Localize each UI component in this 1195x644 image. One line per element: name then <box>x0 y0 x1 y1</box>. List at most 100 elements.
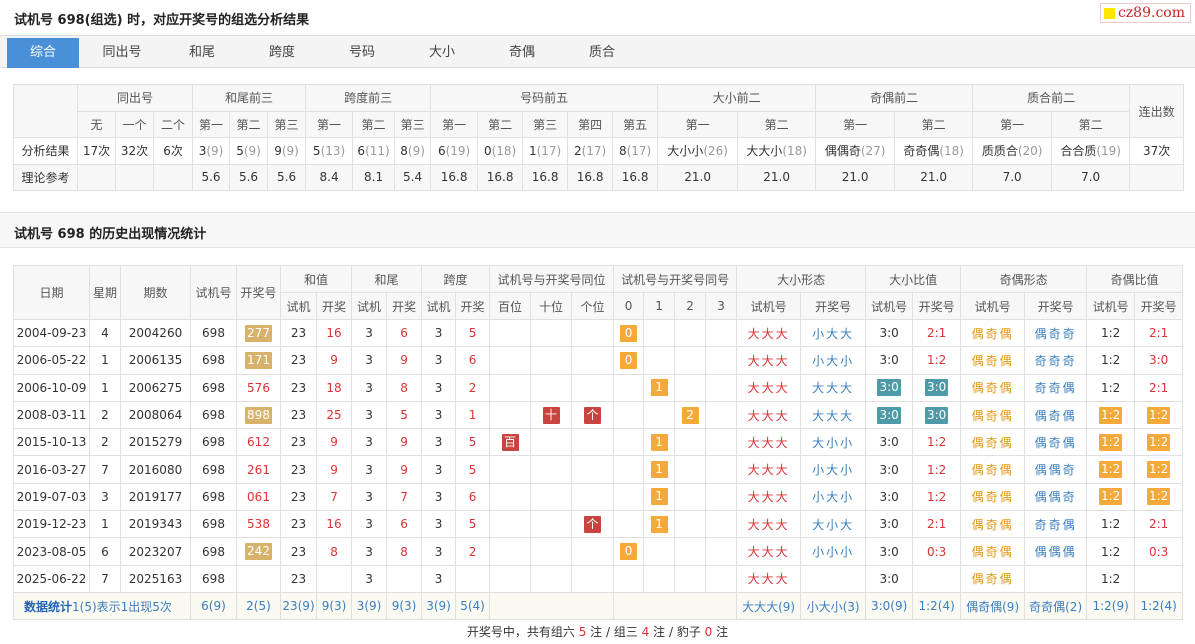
oe-ratio-test-cell-badge: 1:2 <box>1098 461 1123 479</box>
tail-test-cell-text: 3 <box>365 380 373 395</box>
tab-same-numbers[interactable]: 同出号 <box>82 38 162 68</box>
stats-test-number: 6(9) <box>190 591 237 621</box>
stats-test-number-text: 6(9) <box>201 599 226 614</box>
footer-count-leopard: 0 <box>704 625 713 639</box>
page-header: 试机号 698(组选) 时，对应开奖号的组选分析结果 cz89.com <box>0 0 1195 36</box>
oe-ratio-draw-cell-text: 2:1 <box>1148 326 1169 341</box>
summary-sub-header: 第二 <box>737 110 817 138</box>
big-small-test-cell-text: 大大大 <box>747 545 790 560</box>
summary-result-cell: 6(11) <box>352 137 396 165</box>
weekday-cell: 1 <box>89 346 121 375</box>
summary-reference-cell: 16.8 <box>477 163 524 191</box>
tab-prime-composite[interactable]: 质合 <box>562 38 642 68</box>
col-test-number: 试机号 <box>190 265 237 320</box>
stats-label: 数据统计 <box>24 599 73 614</box>
odd-even-draw-cell: 奇奇偶 <box>1024 373 1088 402</box>
odd-even-test-cell-text: 偶奇偶 <box>971 463 1014 478</box>
sum-test-cell: 23 <box>280 428 317 457</box>
stats-oe-ratio-draw-text: 1:2(4) <box>1140 599 1177 614</box>
big-small-draw-cell: 小大小 <box>800 482 867 512</box>
tab-bar: 综合 同出号 和尾 跨度 号码 大小 奇偶 质合 <box>0 36 1195 68</box>
same-pos-units-cell <box>571 428 615 457</box>
draw-number-cell: 576 <box>236 373 281 402</box>
span-test-cell-text: 3 <box>434 489 443 504</box>
big-small-test-cell: 大大大 <box>736 318 802 348</box>
tab-sum-tail[interactable]: 和尾 <box>162 38 242 68</box>
tab-span[interactable]: 跨度 <box>242 38 322 68</box>
history-sub-header: 个位 <box>571 292 615 320</box>
footer-text: 注 / 组三 <box>590 625 638 639</box>
stats-odd-even-draw-text: 奇奇偶(2) <box>1029 599 1083 614</box>
date-cell-text: 2015-10-13 <box>16 435 87 450</box>
span-draw-cell: 6 <box>455 482 491 512</box>
weekday-cell-text: 1 <box>101 517 109 532</box>
result-value: 6 <box>357 143 366 158</box>
history-header: 试机号 698 的历史出现情况统计 <box>0 212 1195 248</box>
bs-ratio-draw-cell-text: 1:2 <box>926 435 947 450</box>
span-test-cell: 3 <box>421 373 457 402</box>
site-logo[interactable]: cz89.com <box>1099 3 1191 23</box>
stats-span-draw-text: 5(4) <box>460 599 485 614</box>
big-small-draw-cell: 小大大 <box>800 318 867 348</box>
history-sub-header: 试机 <box>351 292 388 320</box>
tab-numbers[interactable]: 号码 <box>322 38 402 68</box>
test-number-cell: 698 <box>190 482 237 512</box>
stats-tail-draw-text: 9(3) <box>391 599 417 614</box>
tail-draw-cell-text: 9 <box>400 462 408 477</box>
result-value: 5 <box>312 143 321 158</box>
big-small-test-cell: 大大大 <box>736 482 802 512</box>
summary-sub-header: 一个 <box>115 110 154 138</box>
stats-big-small-draw: 小大小(3) <box>800 591 867 621</box>
col-date: 日期 <box>13 265 90 320</box>
sum-test-cell-text: 23 <box>290 326 307 341</box>
footer-count-group6: 5 <box>578 625 587 639</box>
date-cell: 2015-10-13 <box>13 428 90 457</box>
odd-even-draw-cell-text: 偶奇偶 <box>1034 408 1077 423</box>
span-draw-cell: 5 <box>455 510 491 539</box>
summary-reference-cell <box>115 163 154 191</box>
sum-draw-cell: 25 <box>315 400 353 430</box>
result-count: (17) <box>581 143 607 158</box>
tab-big-small[interactable]: 大小 <box>402 38 482 68</box>
tab-odd-even[interactable]: 奇偶 <box>482 38 562 68</box>
odd-even-draw-cell: 偶偶偶 <box>1024 537 1088 566</box>
summary-reference-cell: 16.8 <box>522 163 569 191</box>
date-cell: 2006-10-09 <box>13 373 90 402</box>
oe-ratio-draw-cell-badge: 1:2 <box>1146 433 1171 451</box>
result-count: (18) <box>939 144 964 159</box>
tab-overview[interactable]: 综合 <box>7 38 79 68</box>
big-small-test-cell-text: 大大大 <box>747 517 790 532</box>
summary-result-cell: 3(9) <box>192 137 231 165</box>
same-num-1-cell <box>643 400 676 430</box>
weekday-cell-text: 2 <box>101 408 109 423</box>
tail-test-cell-text: 3 <box>365 517 373 532</box>
span-draw-cell-text: 1 <box>468 408 477 423</box>
summary-sub-header: 无 <box>77 110 116 138</box>
same-num-1-cell-badge: 1 <box>650 461 668 479</box>
sum-draw-cell-text: 8 <box>330 544 338 559</box>
bs-ratio-test-cell-text: 3:0 <box>879 326 899 341</box>
same-num-1-cell: 1 <box>643 455 676 484</box>
bs-ratio-draw-cell-badge: 3:0 <box>924 406 949 424</box>
result-count: (26) <box>703 144 728 159</box>
result-value: 9 <box>274 143 282 158</box>
logo-text: cz89.com <box>1117 5 1185 21</box>
bs-ratio-test-cell-text: 3:0 <box>879 489 899 504</box>
same-num-1-cell: 1 <box>643 510 676 539</box>
odd-even-test-cell: 偶奇偶 <box>960 510 1026 539</box>
summary-reference-cell: 21.0 <box>657 163 739 191</box>
sum-draw-cell-text: 18 <box>326 380 342 395</box>
col-sum: 和值 <box>279 265 353 293</box>
date-cell: 2019-12-23 <box>13 510 90 539</box>
odd-even-test-cell: 偶奇偶 <box>960 318 1026 348</box>
odd-even-test-cell: 偶奇偶 <box>960 373 1026 402</box>
span-draw-cell: 2 <box>455 537 491 566</box>
span-test-cell: 3 <box>421 318 457 348</box>
span-test-cell: 3 <box>421 346 457 375</box>
summary-sub-header: 第二 <box>477 110 524 138</box>
odd-even-test-cell: 偶奇偶 <box>960 400 1026 430</box>
oe-ratio-draw-cell-badge: 1:2 <box>1146 406 1171 424</box>
draw-number-cell-text: 061 <box>247 489 270 504</box>
tail-draw-cell-text: 8 <box>400 380 408 395</box>
odd-even-test-cell-text: 偶奇偶 <box>971 326 1014 341</box>
